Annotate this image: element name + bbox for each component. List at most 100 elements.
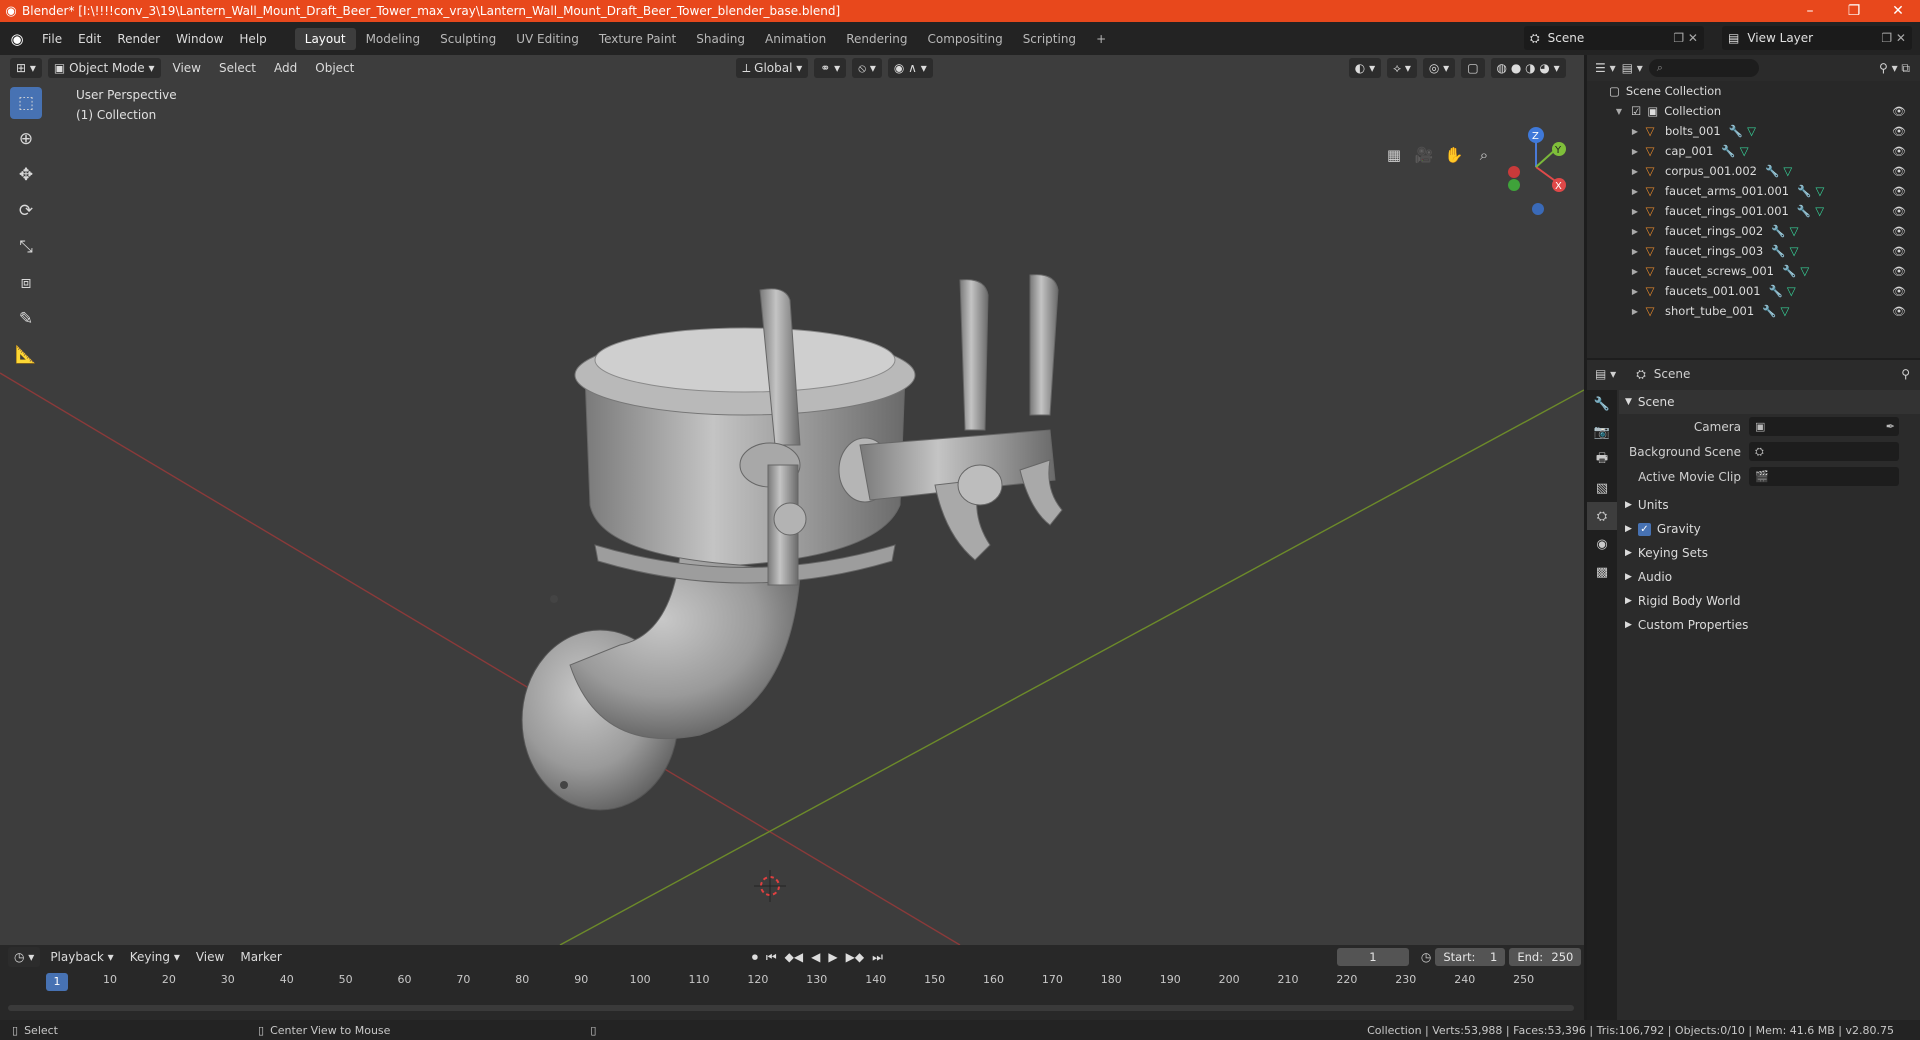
expand-object-icon[interactable]: ▶ [1629, 147, 1641, 156]
jump-end-icon[interactable]: ⏭ [872, 950, 883, 965]
gravity-section[interactable]: ▶ ✓ Gravity [1619, 517, 1920, 541]
mesh-data-icon[interactable]: ▽ [1747, 124, 1756, 138]
mesh-data-icon[interactable]: ▽ [1781, 304, 1790, 318]
mode-dropdown[interactable]: ▣ Object Mode ▾ [47, 58, 161, 78]
outliner-object-row[interactable]: ▶ ▽ faucet_screws_001 🔧 ▽ 👁 [1587, 261, 1920, 281]
viewport-menu-object[interactable]: Object [309, 61, 360, 75]
expand-collection-icon[interactable]: ▼ [1613, 107, 1625, 116]
tab-texture-paint[interactable]: Texture Paint [589, 28, 686, 50]
measure-tool-icon[interactable]: 📐 [10, 339, 42, 371]
modifier-wrench-icon[interactable]: 🔧 [1762, 304, 1776, 318]
current-frame-field[interactable]: 1 [1336, 948, 1409, 966]
pin-icon[interactable]: ⚲ [1901, 367, 1910, 381]
snap-icon[interactable]: ⦸ ▾ [852, 58, 882, 78]
play-icon[interactable]: ▶ [828, 950, 837, 965]
tab-layout[interactable]: Layout [294, 27, 356, 50]
tab-modeling[interactable]: Modeling [356, 28, 431, 50]
outliner-object-row[interactable]: ▶ ▽ cap_001 🔧 ▽ 👁 [1587, 141, 1920, 161]
zoom-icon[interactable]: ⌕ [1470, 141, 1498, 169]
eyedropper-icon[interactable]: ✒ [1886, 420, 1895, 433]
outliner-object-row[interactable]: ▶ ▽ faucets_001.001 🔧 ▽ 👁 [1587, 281, 1920, 301]
tab-compositing[interactable]: Compositing [917, 28, 1012, 50]
scale-tool-icon[interactable]: ⤡ [10, 231, 42, 263]
select-box-icon[interactable]: ⬚ [10, 87, 42, 119]
camera-view-icon[interactable]: 🎥 [1410, 141, 1438, 169]
eye-icon[interactable]: 👁 [1892, 145, 1906, 158]
visibility-icon[interactable]: ◐ ▾ [1348, 58, 1382, 78]
end-frame-field[interactable]: End: 250 [1509, 948, 1582, 966]
menu-edit[interactable]: Edit [70, 28, 109, 50]
menu-render[interactable]: Render [109, 28, 168, 50]
modifier-wrench-icon[interactable]: 🔧 [1797, 184, 1811, 198]
cursor-tool-icon[interactable]: ⊕ [10, 123, 42, 155]
outliner-object-row[interactable]: ▶ ▽ faucet_rings_003 🔧 ▽ 👁 [1587, 241, 1920, 261]
outliner-object-row[interactable]: ▶ ▽ faucet_rings_002 🔧 ▽ 👁 [1587, 221, 1920, 241]
3d-viewport[interactable]: Z Y X ⊞ ▾ ▣ Object Mode ▾ View Select Ad… [0, 55, 1584, 945]
outliner-editor-type-icon[interactable]: ☰ ▾ [1595, 61, 1616, 75]
view-layer-selector[interactable]: ▤ View Layer ❐ ✕ [1722, 26, 1912, 50]
overlay-icon[interactable]: ◎ ▾ [1422, 58, 1456, 78]
maximize-button[interactable]: ❐ [1832, 3, 1876, 19]
tab-animation[interactable]: Animation [755, 28, 836, 50]
eye-icon[interactable]: 👁 [1892, 245, 1906, 258]
filter-icon[interactable]: ⚲ ▾ ⧉ [1879, 61, 1910, 76]
expand-object-icon[interactable]: ▶ [1629, 227, 1641, 236]
units-section[interactable]: ▶ Units [1619, 493, 1920, 517]
modifier-wrench-icon[interactable]: 🔧 [1771, 224, 1785, 238]
timeline-ruler[interactable]: 1 10 20 30 40 50 60 70 80 90 100 110 120 130 140 150 16… [0, 973, 1584, 993]
expand-object-icon[interactable]: ▶ [1629, 207, 1641, 216]
modifier-wrench-icon[interactable]: 🔧 [1782, 264, 1796, 278]
mesh-data-icon[interactable]: ▽ [1790, 224, 1799, 238]
texture-tab-icon[interactable]: ▩ [1587, 558, 1617, 586]
annotate-tool-icon[interactable]: ✎ [10, 303, 42, 335]
tab-shading[interactable]: Shading [686, 28, 755, 50]
expand-object-icon[interactable]: ▶ [1629, 267, 1641, 276]
eye-icon[interactable]: 👁 [1892, 285, 1906, 298]
modifier-wrench-icon[interactable]: 🔧 [1721, 144, 1735, 158]
expand-object-icon[interactable]: ▶ [1629, 307, 1641, 316]
close-button[interactable]: ✕ [1876, 3, 1920, 19]
eye-icon[interactable]: 👁 [1892, 185, 1906, 198]
expand-object-icon[interactable]: ▶ [1629, 127, 1641, 136]
xray-icon[interactable]: ▢ [1461, 58, 1485, 78]
expand-object-icon[interactable]: ▶ [1629, 167, 1641, 176]
scene-section-header[interactable]: ▼ Scene [1619, 390, 1920, 414]
tab-rendering[interactable]: Rendering [836, 28, 917, 50]
mesh-data-icon[interactable]: ▽ [1815, 184, 1824, 198]
blender-menu-icon[interactable]: ◉ [0, 30, 34, 48]
render-tab-icon[interactable]: 📷 [1587, 418, 1617, 446]
prev-keyframe-icon[interactable]: ◆◀ [785, 950, 803, 965]
mesh-data-icon[interactable]: ▽ [1787, 284, 1796, 298]
grid-view-icon[interactable]: ▦ [1380, 141, 1408, 169]
timeline-menu-view[interactable]: View [190, 950, 230, 964]
collection-row[interactable]: ▼ ☑ ▣ Collection 👁 [1587, 101, 1920, 121]
camera-input[interactable]: ▣ ✒ [1749, 417, 1899, 436]
mesh-data-icon[interactable]: ▽ [1815, 204, 1824, 218]
mesh-data-icon[interactable]: ▽ [1740, 144, 1749, 158]
expand-object-icon[interactable]: ▶ [1629, 287, 1641, 296]
outliner-object-row[interactable]: ▶ ▽ faucet_arms_001.001 🔧 ▽ 👁 [1587, 181, 1920, 201]
outliner-search-input[interactable]: ⌕ [1648, 59, 1759, 77]
eye-icon[interactable]: 👁 [1892, 165, 1906, 178]
audio-section[interactable]: ▶ Audio [1619, 565, 1920, 589]
timeline-menu-keying[interactable]: Keying ▾ [124, 950, 186, 964]
gizmo-toggle-icon[interactable]: ⟡ ▾ [1387, 58, 1417, 78]
timeline-scrollbar[interactable] [8, 1005, 1574, 1011]
orientation-dropdown[interactable]: ⟂ Global ▾ [736, 58, 809, 78]
clock-icon[interactable]: ◷ [1421, 950, 1431, 964]
tool-tab-icon[interactable]: 🔧 [1587, 390, 1617, 418]
background-scene-input[interactable]: ⛭ [1749, 442, 1899, 461]
timeline-menu-marker[interactable]: Marker [234, 950, 287, 964]
gravity-checkbox[interactable]: ✓ [1637, 522, 1651, 536]
pivot-icon[interactable]: ⚭ ▾ [814, 58, 847, 78]
shading-mode-icons[interactable]: ◍ ● ◑ ◕ ▾ [1490, 58, 1566, 78]
eye-icon[interactable]: 👁 [1892, 125, 1906, 138]
rigid-body-world-section[interactable]: ▶ Rigid Body World [1619, 589, 1920, 613]
jump-start-icon[interactable]: ⏮ [766, 950, 777, 965]
modifier-wrench-icon[interactable]: 🔧 [1765, 164, 1779, 178]
tab-uv-editing[interactable]: UV Editing [506, 28, 589, 50]
modifier-wrench-icon[interactable]: 🔧 [1771, 244, 1785, 258]
new-view-layer-icon[interactable]: ❐ ✕ [1881, 31, 1906, 45]
properties-editor-type-icon[interactable]: ▤ ▾ [1595, 367, 1616, 381]
eye-icon[interactable]: 👁 [1892, 105, 1906, 118]
